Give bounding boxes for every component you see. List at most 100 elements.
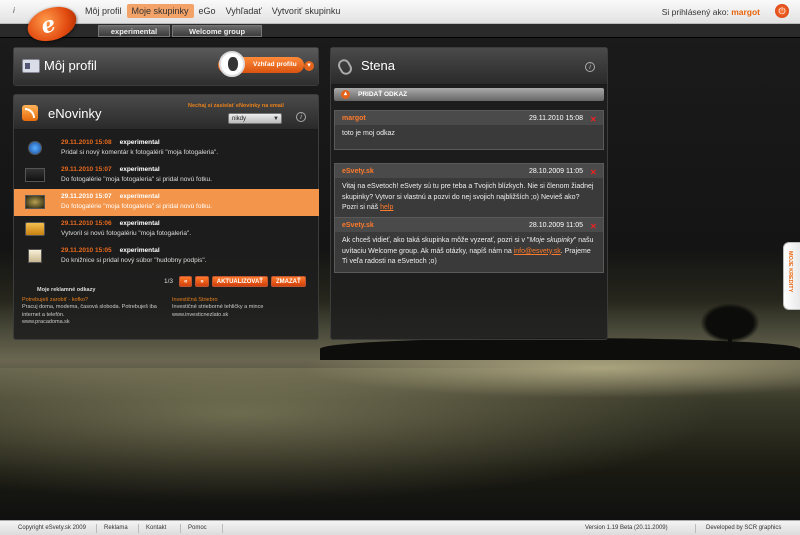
ad-url[interactable]: www.investicnezlato.sk bbox=[172, 312, 317, 319]
refresh-button[interactable]: AKTUALIZOVAŤ bbox=[211, 276, 268, 287]
expand-arrow-icon[interactable]: ▾ bbox=[304, 61, 314, 71]
delete-post-icon[interactable]: ✕ bbox=[590, 223, 597, 231]
footer: Copyright eSvety.sk 2009 Reklama Kontakt… bbox=[0, 520, 800, 535]
item-group[interactable]: experimental bbox=[120, 247, 160, 254]
ad-url[interactable]: www.pracadoma.sk bbox=[22, 319, 167, 326]
footer-divider bbox=[180, 524, 181, 533]
item-date: 29.11.2010 15:06 bbox=[61, 220, 112, 227]
feed-pager: 1/3 « » AKTUALIZOVAŤ ZMAZAŤ bbox=[164, 276, 306, 287]
group-tabs-bar: experimental Welcome group bbox=[0, 24, 800, 38]
tab-welcome-group[interactable]: Welcome group bbox=[172, 25, 262, 37]
nav-my-profile[interactable]: Môj profil bbox=[80, 4, 127, 18]
ad-links: Moje reklamné odkazy Potrebuješ zarobiť … bbox=[22, 287, 317, 325]
frequency-select[interactable]: nikdy bbox=[228, 113, 282, 124]
delete-post-icon[interactable]: ✕ bbox=[590, 116, 597, 124]
next-page-button[interactable]: » bbox=[195, 276, 209, 287]
page-indicator: 1/3 bbox=[164, 278, 174, 285]
rss-icon bbox=[22, 105, 38, 121]
credits-label: MOJE KREDITY bbox=[787, 251, 793, 293]
footer-divider bbox=[695, 524, 696, 533]
paperclip-icon bbox=[335, 57, 355, 77]
comment-bubble-icon bbox=[28, 141, 42, 155]
avatar[interactable] bbox=[219, 51, 245, 77]
prev-page-button[interactable]: « bbox=[179, 276, 193, 287]
email-link[interactable]: info@esvety.sk bbox=[514, 248, 561, 255]
post-header: eSvety.sk 28.10.2009 11:05 ✕ bbox=[335, 164, 603, 178]
nav-my-groups[interactable]: Moje skupinky bbox=[126, 4, 194, 18]
ad-item[interactable]: Potrebuješ zarobiť - kofko? Pracuj doma,… bbox=[22, 297, 167, 327]
footer-link-help[interactable]: Pomoc bbox=[188, 525, 207, 531]
nav-search[interactable]: Vyhľadať bbox=[221, 4, 267, 18]
add-message-bar[interactable]: ▴ PRIDAŤ ODKAZ bbox=[334, 88, 604, 101]
username-link[interactable]: margot bbox=[731, 7, 760, 17]
item-date: 29.11.2010 15:07 bbox=[61, 193, 112, 200]
enovinky-title: eNovinky bbox=[48, 106, 102, 121]
post-body: Vitaj na eSvetoch! eSvety sú tu pre teba… bbox=[335, 178, 603, 218]
footer-link-advertising[interactable]: Reklama bbox=[104, 525, 128, 531]
post-text: toto je moj odkaz bbox=[335, 125, 603, 149]
logout-power-icon[interactable]: ⏻ bbox=[775, 4, 789, 18]
item-group[interactable]: experimental bbox=[120, 193, 160, 200]
ad-item[interactable]: Investičná Striebro Investičné strieborn… bbox=[172, 297, 317, 319]
id-card-icon bbox=[22, 59, 40, 73]
nav-ego[interactable]: eGo bbox=[194, 4, 221, 18]
item-text: Pridal si nový komentár k fotogalérii "m… bbox=[61, 149, 219, 156]
footer-link-contact[interactable]: Kontakt bbox=[146, 525, 166, 531]
list-item[interactable]: 29.11.2010 15:06 experimental Vytvoril si… bbox=[14, 216, 319, 243]
delete-post-icon[interactable]: ✕ bbox=[590, 169, 597, 177]
item-group[interactable]: experimental bbox=[120, 166, 160, 173]
item-text: Do fotogalérie "moja fotogaleria" si pri… bbox=[61, 203, 212, 210]
news-feed-list: 29.11.2010 15:08 experimental Pridal si n… bbox=[14, 135, 319, 270]
enovinky-header: eNovinky Nechaj si zasielať eNovinky na … bbox=[14, 95, 318, 130]
post-text: Ak chceš vidieť, ako taká skupinka môže … bbox=[342, 237, 530, 244]
tab-experimental[interactable]: experimental bbox=[98, 25, 170, 37]
list-item-highlighted[interactable]: 29.11.2010 15:07 experimental Do fotogalé… bbox=[14, 189, 319, 216]
wall-post: eSvety.sk 28.10.2009 11:05 ✕ Vitaj na eS… bbox=[334, 163, 604, 219]
version-info: Version 1.19 Beta (20.11.2009) bbox=[585, 525, 668, 531]
add-message-label: PRIDAŤ ODKAZ bbox=[358, 91, 408, 98]
post-date: 28.10.2009 11:05 bbox=[529, 222, 583, 229]
copyright: Copyright eSvety.sk 2009 bbox=[18, 525, 86, 531]
item-date: 29.11.2010 15:08 bbox=[61, 139, 112, 146]
ad-title[interactable]: Investičná Striebro bbox=[172, 297, 317, 304]
gallery-icon bbox=[25, 222, 45, 236]
item-group[interactable]: experimental bbox=[120, 139, 160, 146]
item-text: Do knižnice si pridal nový súbor "hudobn… bbox=[61, 257, 207, 264]
credits-side-tab[interactable]: MOJE KREDITY bbox=[783, 242, 800, 310]
post-header: eSvety.sk 28.10.2009 11:05 ✕ bbox=[335, 218, 603, 232]
post-author[interactable]: eSvety.sk bbox=[342, 168, 374, 175]
post-body: Ak chceš vidieť, ako taká skupinka môže … bbox=[335, 232, 603, 272]
post-author[interactable]: eSvety.sk bbox=[342, 222, 374, 229]
item-text: Vytvoril si novú fotogalériu "moja fotog… bbox=[61, 230, 192, 237]
wall-title: Stena bbox=[361, 58, 395, 73]
main-nav: Môj profil Moje skupinky eGo Vyhľadať Vy… bbox=[80, 4, 345, 18]
list-item[interactable]: 29.11.2010 15:05 experimental Do knižnice… bbox=[14, 243, 319, 270]
list-item[interactable]: 29.11.2010 15:07 experimental Do fotogalé… bbox=[14, 162, 319, 189]
footer-divider bbox=[222, 524, 223, 533]
developer-credit: Developed by SCR graphics bbox=[706, 525, 782, 531]
wall-post: eSvety.sk 28.10.2009 11:05 ✕ Ak chceš vi… bbox=[334, 217, 604, 273]
photo-thumbnail bbox=[25, 168, 45, 182]
footer-divider bbox=[138, 524, 139, 533]
wall-header: Stena i bbox=[331, 48, 607, 85]
help-info-icon[interactable]: i bbox=[296, 112, 306, 122]
footer-divider bbox=[96, 524, 97, 533]
item-group[interactable]: experimental bbox=[120, 220, 160, 227]
list-item[interactable]: 29.11.2010 15:08 experimental Pridal si n… bbox=[14, 135, 319, 162]
collapse-arrow-icon: ▴ bbox=[341, 90, 350, 99]
ad-title[interactable]: Potrebuješ zarobiť - kofko? bbox=[22, 297, 167, 304]
my-profile-header: Môj profil Vzhľad profilu ▾ bbox=[14, 48, 318, 85]
photo-thumbnail bbox=[25, 195, 45, 209]
info-icon[interactable]: i bbox=[13, 6, 15, 15]
logged-in-user: Si prihlásený ako: margot bbox=[662, 7, 760, 17]
document-icon bbox=[28, 249, 42, 263]
post-author[interactable]: margot bbox=[342, 115, 366, 122]
item-text: Do fotogalérie "moja fotogaleria" si pri… bbox=[61, 176, 212, 183]
help-link[interactable]: help bbox=[380, 204, 393, 211]
item-date: 29.11.2010 15:07 bbox=[61, 166, 112, 173]
help-info-icon[interactable]: i bbox=[585, 62, 595, 72]
delete-button[interactable]: ZMAZAŤ bbox=[270, 276, 306, 287]
my-profile-panel: Môj profil Vzhľad profilu ▾ bbox=[13, 47, 319, 86]
logged-in-label: Si prihlásený ako: bbox=[661, 7, 729, 17]
nav-create-group[interactable]: Vytvoriť skupinku bbox=[267, 4, 346, 18]
